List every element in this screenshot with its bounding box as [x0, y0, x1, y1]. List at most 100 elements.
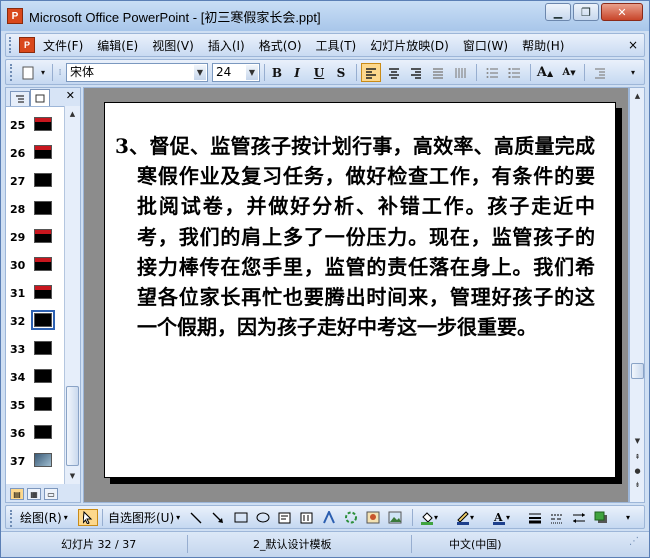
slide-preview[interactable] [34, 229, 52, 243]
menu-window[interactable]: 窗口(W) [463, 37, 508, 54]
slide-preview[interactable] [34, 453, 52, 467]
align-left-button[interactable] [361, 63, 381, 82]
arrow-style-button[interactable] [572, 509, 586, 526]
slide-thumbnail-35[interactable]: 35 [6, 391, 64, 419]
close-button[interactable]: ✕ [601, 3, 643, 21]
toolbar-options-icon[interactable]: ▾ [626, 63, 640, 82]
slide-thumbnail-28[interactable]: 28 [6, 195, 64, 223]
tab-outline[interactable] [10, 91, 30, 106]
slide-thumbnail-27[interactable]: 27 [6, 167, 64, 195]
dash-style-button[interactable] [550, 509, 564, 526]
align-center-button[interactable] [384, 63, 404, 82]
menu-insert[interactable]: 插入(I) [208, 37, 245, 54]
rectangle-tool-button[interactable] [234, 509, 248, 526]
italic-button[interactable]: I [288, 63, 306, 82]
title-bar[interactable]: P Microsoft Office PowerPoint - [初三寒假家长会… [1, 1, 649, 31]
slide-thumbnail-31[interactable]: 31 [6, 279, 64, 307]
menu-slideshow[interactable]: 幻灯片放映(D) [370, 37, 449, 54]
powerpoint-app-icon[interactable]: P [7, 8, 23, 24]
arrow-tool-button[interactable] [212, 509, 224, 526]
line-color-button[interactable]: ▾ [456, 509, 474, 526]
vertical-scrollbar[interactable]: ▲ ▼ ⇞ ● ⇟ [629, 87, 645, 503]
line-tool-button[interactable] [190, 509, 202, 526]
slide-thumbnail-36[interactable]: 36 [6, 419, 64, 447]
oval-tool-button[interactable] [256, 509, 270, 526]
fill-color-button[interactable]: ▾ [420, 509, 438, 526]
decrease-font-button[interactable]: A ▼ [560, 63, 578, 82]
slide-preview[interactable] [34, 145, 52, 159]
scrollbar-thumb[interactable] [66, 386, 79, 466]
resize-grip-icon[interactable]: ⋰ [629, 536, 639, 547]
slide-thumbnail-33[interactable]: 33 [6, 335, 64, 363]
slide-preview[interactable] [34, 397, 52, 411]
menu-file[interactable]: 文件(F) [43, 37, 83, 54]
select-objects-button[interactable] [78, 509, 98, 526]
slide-preview[interactable] [34, 369, 52, 383]
menu-tools[interactable]: 工具(T) [316, 37, 357, 54]
slide-canvas[interactable]: 3、督促、监管孩子按计划行事，高效率、高质量完成寒假作业及复习任务，做好检查工作… [104, 102, 616, 478]
pane-close-icon[interactable]: ✕ [66, 89, 75, 102]
slide-preview-selected[interactable] [31, 310, 55, 330]
textbox-tool-button[interactable] [278, 509, 291, 526]
line-style-button[interactable] [528, 509, 542, 526]
shadow-button[interactable]: S [332, 63, 350, 82]
slide-preview[interactable] [34, 201, 52, 215]
menu-bar-grip[interactable] [9, 37, 15, 53]
slide-thumbnail-26[interactable]: 26 [6, 139, 64, 167]
slide-thumbnail-37[interactable]: 37 [6, 447, 64, 475]
autoshapes-menu-button[interactable]: 自选图形(U) ▾ [108, 509, 180, 526]
vertical-textbox-button[interactable] [300, 509, 313, 526]
scroll-down-icon[interactable]: ▼ [631, 434, 644, 447]
align-right-button[interactable] [406, 63, 426, 82]
slide-preview[interactable] [34, 341, 52, 355]
slide-preview[interactable] [34, 285, 52, 299]
restore-button[interactable]: ❐ [573, 3, 599, 21]
slide-preview[interactable] [34, 425, 52, 439]
next-slide-icon[interactable]: ⇟ [631, 478, 644, 491]
tab-slides[interactable] [30, 89, 50, 106]
new-document-button[interactable] [18, 63, 38, 82]
diagram-button[interactable] [344, 509, 358, 526]
scroll-down-icon[interactable]: ▼ [66, 469, 79, 483]
distribute-button[interactable] [428, 63, 448, 82]
scrollbar-thumb[interactable] [631, 363, 644, 379]
increase-font-button[interactable]: A ▲ [536, 63, 554, 82]
decrease-indent-button[interactable] [590, 63, 610, 82]
toolbar-grip[interactable] [10, 64, 14, 81]
font-size-combo[interactable]: 24 ▼ [212, 63, 260, 82]
slide-thumbnail-34[interactable]: 34 [6, 363, 64, 391]
chevron-down-icon[interactable]: ▼ [194, 65, 206, 80]
slide-preview[interactable] [34, 257, 52, 271]
slide-sorter-button[interactable]: ▦ [27, 488, 41, 500]
slide-thumbnail-32[interactable]: 32 [6, 307, 64, 335]
font-color-button[interactable]: A ▾ [492, 509, 510, 526]
clipart-button[interactable] [366, 509, 380, 526]
font-name-combo[interactable]: 宋体 ▼ [66, 63, 208, 82]
slideshow-button[interactable]: ▭ [44, 488, 58, 500]
insert-picture-button[interactable] [388, 509, 402, 526]
toolbar-options-icon[interactable]: ▾ [626, 509, 630, 526]
normal-view-button[interactable]: ▤ [10, 488, 24, 500]
menu-edit[interactable]: 编辑(E) [97, 37, 138, 54]
scroll-up-icon[interactable]: ▲ [631, 89, 644, 102]
new-dropdown-icon[interactable]: ▾ [38, 63, 48, 82]
document-icon[interactable]: P [19, 37, 35, 53]
text-direction-button[interactable] [450, 63, 470, 82]
previous-slide-icon[interactable]: ⇞ [631, 450, 644, 463]
document-close-icon[interactable]: × [628, 38, 638, 52]
draw-menu-button[interactable]: 绘图(R) ▾ [20, 509, 68, 526]
underline-button[interactable]: U [310, 63, 328, 82]
toolbar-grip[interactable] [10, 510, 14, 527]
slide-thumbnail-30[interactable]: 30 [6, 251, 64, 279]
numbering-button[interactable] [482, 63, 502, 82]
scroll-up-icon[interactable]: ▲ [66, 107, 79, 121]
menu-format[interactable]: 格式(O) [259, 37, 302, 54]
bold-button[interactable]: B [268, 63, 286, 82]
menu-view[interactable]: 视图(V) [152, 37, 194, 54]
slide-preview[interactable] [34, 173, 52, 187]
thumbnail-scrollbar[interactable]: ▲ ▼ [64, 106, 80, 484]
slide-body-text[interactable]: 3、督促、监管孩子按计划行事，高效率、高质量完成寒假作业及复习任务，做好检查工作… [115, 131, 595, 342]
bullets-button[interactable] [504, 63, 524, 82]
slide-preview[interactable] [34, 117, 52, 131]
menu-help[interactable]: 帮助(H) [522, 37, 564, 54]
